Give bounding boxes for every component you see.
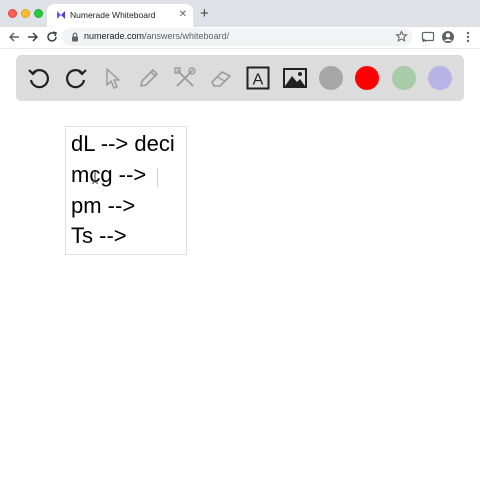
eraser-icon[interactable]: [209, 65, 235, 91]
text-tool-icon[interactable]: A: [245, 65, 271, 91]
text-line: pm -->: [71, 193, 136, 218]
cast-icon[interactable]: [421, 30, 435, 44]
url-text: numerade.com/answers/whiteboard/: [84, 31, 229, 41]
browser-nav-bar: numerade.com/answers/whiteboard/: [0, 27, 480, 49]
tools-icon[interactable]: [172, 65, 198, 91]
whiteboard-toolbar: A: [16, 55, 464, 101]
bookmark-star-icon[interactable]: [395, 30, 408, 43]
tab-title: Numerade Whiteboard: [70, 10, 156, 20]
browser-tab-bar: Numerade Whiteboard ✕ +: [0, 0, 480, 27]
text-line: dL --> deci: [71, 131, 175, 156]
lock-icon: [72, 32, 78, 42]
image-icon[interactable]: [282, 65, 308, 91]
color-swatch-red[interactable]: [355, 66, 379, 90]
text-line: Ts -->: [71, 223, 127, 248]
new-tab-button[interactable]: +: [200, 6, 209, 21]
window-minimize-button[interactable]: [21, 9, 30, 18]
forward-arrow-icon[interactable]: [25, 29, 41, 45]
redo-icon[interactable]: [63, 65, 89, 91]
whiteboard-canvas[interactable]: dL --> deci mcg --> pm --> Ts -->: [0, 102, 480, 484]
color-swatch-purple[interactable]: [428, 66, 452, 90]
url-host: numerade.com: [84, 31, 145, 41]
text-caret: [157, 168, 158, 187]
browser-tab[interactable]: Numerade Whiteboard ✕: [47, 4, 193, 27]
profile-avatar-icon[interactable]: [441, 30, 455, 44]
color-swatch-gray[interactable]: [319, 66, 343, 90]
pencil-icon[interactable]: [136, 65, 162, 91]
menu-kebab-icon[interactable]: [461, 30, 475, 44]
pointer-icon[interactable]: [100, 65, 126, 91]
text-box[interactable]: dL --> deci mcg --> pm --> Ts -->: [65, 126, 187, 255]
color-swatch-green[interactable]: [392, 66, 416, 90]
window-zoom-button[interactable]: [34, 9, 43, 18]
ibeam-cursor-icon: [92, 170, 98, 184]
back-arrow-icon[interactable]: [6, 29, 22, 45]
window-close-button[interactable]: [8, 9, 17, 18]
close-icon[interactable]: ✕: [179, 8, 187, 22]
reload-icon[interactable]: [44, 29, 60, 45]
numerade-icon: [57, 11, 65, 19]
text-line: mcg -->: [71, 162, 147, 187]
address-bar[interactable]: numerade.com/answers/whiteboard/: [62, 28, 412, 46]
text-tool-label: A: [253, 72, 264, 89]
url-path: /answers/whiteboard/: [144, 31, 230, 41]
undo-icon[interactable]: [26, 65, 52, 91]
